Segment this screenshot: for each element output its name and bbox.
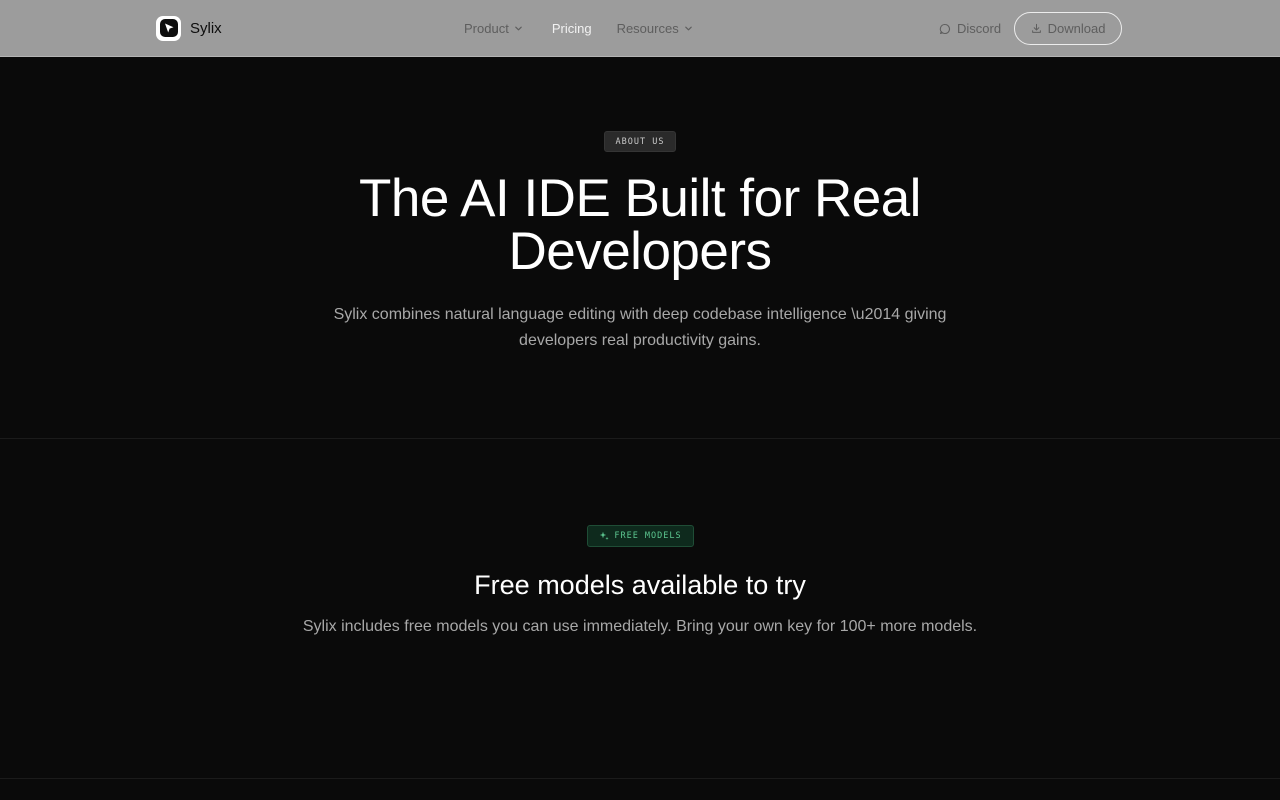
hero-subtitle: Sylix combines natural language editing … <box>333 306 947 349</box>
nav-item-product[interactable]: Product <box>464 21 523 36</box>
chevron-down-icon <box>514 24 523 33</box>
brand-link[interactable]: Sylix <box>156 15 222 41</box>
hero-section: ABOUT US The AI IDE Built for Real Devel… <box>0 58 1280 439</box>
nav-item-resources[interactable]: Resources <box>617 21 693 36</box>
free-models-section: FREE MODELS Free models available to try… <box>0 439 1280 779</box>
free-models-badge: FREE MODELS <box>587 525 694 547</box>
about-us-badge: ABOUT US <box>604 131 676 152</box>
free-models-badge-label: FREE MODELS <box>614 531 682 541</box>
free-models-title: Free models available to try <box>474 570 806 600</box>
hero-title: The AI IDE Built for Real Developers <box>359 169 921 281</box>
download-button[interactable]: Download <box>1014 12 1123 45</box>
main-nav: Product Pricing Resources <box>464 19 693 37</box>
cursor-logo-icon <box>156 15 181 41</box>
nav-item-label: Pricing <box>551 20 592 36</box>
sparkles-icon <box>599 531 609 541</box>
chevron-down-icon <box>684 24 693 33</box>
download-label: Download <box>1047 21 1106 36</box>
free-models-subtitle: Sylix includes free models you can use i… <box>302 618 978 635</box>
nav-actions: Discord Download <box>939 12 1123 45</box>
brand-name: Sylix <box>190 19 222 37</box>
discord-label: Discord <box>957 21 1002 36</box>
nav-item-label: Product <box>464 20 509 36</box>
nav-item-label: Resources <box>616 20 679 36</box>
download-icon <box>1031 23 1042 34</box>
nav-item-pricing[interactable]: Pricing <box>552 21 592 36</box>
discord-link[interactable]: Discord <box>939 21 1001 36</box>
chat-bubble-icon <box>939 23 951 35</box>
top-navbar: Sylix Product Pricing Resources Discord <box>0 0 1280 57</box>
